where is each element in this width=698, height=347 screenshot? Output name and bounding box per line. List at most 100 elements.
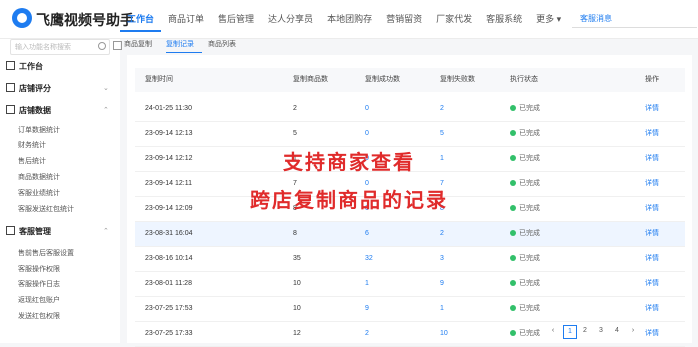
page-number[interactable]: 3 bbox=[595, 325, 607, 337]
copy-fail[interactable]: 2 bbox=[440, 97, 444, 121]
chevron-icon[interactable]: ⌃ bbox=[103, 106, 109, 114]
copy-total: 35 bbox=[293, 255, 301, 262]
nav-item[interactable]: 客服系统 bbox=[479, 0, 529, 38]
customer-message-link[interactable]: 客服消息 bbox=[580, 13, 612, 24]
chevron-icon[interactable]: ⌄ bbox=[103, 84, 109, 92]
tab[interactable]: 复制记录 bbox=[166, 39, 202, 53]
table-row: 23-08-01 11:28 10 1 9 已完成 详情 bbox=[135, 272, 685, 297]
nav-item[interactable]: 本地团购存 bbox=[320, 0, 379, 38]
nav-item[interactable]: 售后管理 bbox=[211, 0, 261, 38]
detail-link[interactable]: 详情 bbox=[645, 122, 659, 146]
copy-fail[interactable]: 2 bbox=[440, 222, 444, 246]
page-number[interactable]: 2 bbox=[579, 325, 591, 337]
grid-icon[interactable] bbox=[113, 41, 122, 50]
record-tabs: 商品复制 复制记录 商品列表 bbox=[124, 39, 250, 53]
copy-success[interactable]: 0 bbox=[365, 122, 369, 146]
nav-item[interactable]: 营销留资 bbox=[379, 0, 429, 38]
copy-total: 10 bbox=[293, 280, 301, 287]
status-label: 已完成 bbox=[519, 330, 540, 337]
sidebar-item[interactable]: 客服操作日志 bbox=[18, 279, 60, 289]
nav-item[interactable]: 工作台 bbox=[120, 8, 162, 32]
sidebar-group-label: 店铺数据 bbox=[19, 106, 51, 115]
page-number[interactable]: 4 bbox=[611, 325, 623, 337]
detail-link[interactable]: 详情 bbox=[645, 272, 659, 296]
rating-icon bbox=[6, 83, 15, 92]
copy-fail[interactable]: 3 bbox=[440, 247, 444, 271]
table-row: 23-07-25 17:53 10 9 1 已完成 详情 bbox=[135, 297, 685, 322]
page-number[interactable]: 1 bbox=[563, 325, 577, 339]
status-dot-icon bbox=[510, 305, 516, 311]
copy-success[interactable]: 2 bbox=[365, 322, 369, 346]
chevron-icon[interactable]: ⌃ bbox=[103, 227, 109, 235]
nav-item[interactable]: 更多 ▾ bbox=[529, 0, 568, 38]
home-icon bbox=[6, 61, 15, 70]
status-dot-icon bbox=[510, 255, 516, 261]
table-row: 24-01-25 11:30 2 0 2 已完成 详情 bbox=[135, 97, 685, 122]
sidebar-group[interactable]: 店铺评分 bbox=[6, 83, 51, 94]
sidebar-item[interactable]: 售前售后客服设置 bbox=[18, 248, 74, 258]
sidebar-group-label: 工作台 bbox=[19, 62, 43, 71]
next-page-icon[interactable]: › bbox=[627, 325, 639, 337]
status-dot-icon bbox=[510, 230, 516, 236]
status-badge: 已完成 bbox=[510, 97, 540, 121]
copy-fail[interactable]: 1 bbox=[440, 297, 444, 321]
copy-success[interactable]: 0 bbox=[365, 97, 369, 121]
sidebar-group[interactable]: 店铺数据 bbox=[6, 105, 51, 116]
status-badge: 已完成 bbox=[510, 322, 540, 346]
status-label: 已完成 bbox=[519, 255, 540, 262]
sidebar-item[interactable]: 发送红包权限 bbox=[18, 311, 60, 321]
search-icon[interactable] bbox=[98, 42, 106, 50]
copy-success[interactable]: 32 bbox=[365, 247, 373, 271]
detail-link[interactable]: 详情 bbox=[645, 97, 659, 121]
copy-total: 12 bbox=[293, 330, 301, 337]
status-dot-icon bbox=[510, 280, 516, 286]
copy-time: 23-08-31 16:04 bbox=[145, 230, 193, 237]
column-header: 复制成功数 bbox=[365, 76, 400, 83]
detail-link[interactable]: 详情 bbox=[645, 297, 659, 321]
sidebar-group[interactable]: 工作台 bbox=[6, 61, 43, 72]
copy-time: 23-07-25 17:33 bbox=[145, 330, 193, 337]
copy-success[interactable]: 9 bbox=[365, 297, 369, 321]
copy-time: 23-08-16 10:14 bbox=[145, 255, 193, 262]
status-dot-icon bbox=[510, 130, 516, 136]
status-label: 已完成 bbox=[519, 230, 540, 237]
table-row: 23-08-31 16:04 8 6 2 已完成 详情 bbox=[135, 222, 685, 247]
detail-link[interactable]: 详情 bbox=[645, 222, 659, 246]
copy-success[interactable]: 6 bbox=[365, 222, 369, 246]
copy-fail[interactable]: 9 bbox=[440, 272, 444, 296]
sidebar-search-input[interactable]: 输入功能名称搜索 bbox=[10, 39, 110, 55]
nav-item[interactable]: 达人分享员 bbox=[261, 0, 320, 38]
sidebar-item[interactable]: 客服操作权限 bbox=[18, 264, 60, 274]
copy-success[interactable]: 1 bbox=[365, 272, 369, 296]
sidebar-group[interactable]: 客服管理 bbox=[6, 226, 51, 237]
table-row: 23-09-14 12:13 5 0 5 已完成 详情 bbox=[135, 122, 685, 147]
tab[interactable]: 商品复制 bbox=[124, 39, 160, 53]
detail-link[interactable]: 详情 bbox=[645, 247, 659, 271]
main-nav: 工作台 商品订单 售后管理 达人分享员 本地团购存 营销留资 厂家代发 客服系统 更多 ▾ bbox=[120, 0, 568, 38]
status-badge: 已完成 bbox=[510, 222, 540, 246]
service-icon bbox=[6, 226, 15, 235]
tab[interactable]: 商品列表 bbox=[208, 39, 244, 53]
copy-total: 2 bbox=[293, 105, 297, 112]
top-bar: 飞鹰视频号助手 工作台 商品订单 售后管理 达人分享员 本地团购存 营销留资 厂家代发 客服系… bbox=[0, 0, 698, 39]
data-icon bbox=[6, 105, 15, 114]
status-label: 已完成 bbox=[519, 130, 540, 137]
column-header: 复制失败数 bbox=[440, 76, 475, 83]
nav-item[interactable]: 商品订单 bbox=[161, 0, 211, 38]
sidebar-item[interactable]: 订单数据统计 bbox=[18, 125, 60, 135]
copy-fail[interactable]: 10 bbox=[440, 322, 448, 346]
status-label: 已完成 bbox=[519, 105, 540, 112]
copy-fail[interactable]: 5 bbox=[440, 122, 444, 146]
prev-page-icon[interactable]: ‹ bbox=[547, 325, 559, 337]
sidebar-item[interactable]: 返现红包账户 bbox=[18, 295, 60, 305]
status-badge: 已完成 bbox=[510, 247, 540, 271]
table-header: 复制时间 复制商品数 复制成功数 复制失败数 执行状态 操作 bbox=[135, 68, 685, 92]
nav-item[interactable]: 厂家代发 bbox=[429, 0, 479, 38]
status-badge: 已完成 bbox=[510, 272, 540, 296]
column-header: 复制时间 bbox=[145, 76, 173, 83]
status-dot-icon bbox=[510, 330, 516, 336]
status-badge: 已完成 bbox=[510, 297, 540, 321]
status-label: 已完成 bbox=[519, 305, 540, 312]
copy-time: 24-01-25 11:30 bbox=[145, 105, 192, 112]
copy-total: 5 bbox=[293, 130, 297, 137]
